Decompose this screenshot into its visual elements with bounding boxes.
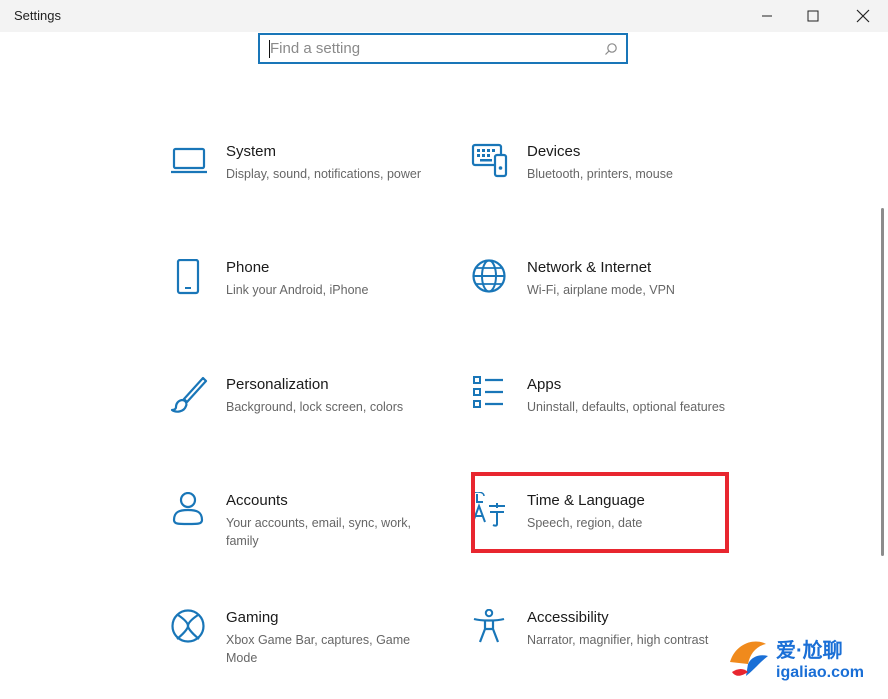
tile-title: Network & Internet: [527, 259, 652, 276]
maximize-icon: [807, 10, 819, 22]
globe-icon: [472, 259, 506, 293]
search-box[interactable]: [258, 33, 628, 64]
tile-network[interactable]: Network & Internet Wi-Fi, airplane mode,…: [471, 259, 751, 349]
tile-description: Narrator, magnifier, high contrast: [527, 633, 709, 647]
window-title: Settings: [14, 8, 61, 23]
tile-description: Wi-Fi, airplane mode, VPN: [527, 283, 675, 297]
xbox-icon: [171, 609, 205, 643]
keyboard-icon: [471, 143, 508, 178]
watermark: 爱·尬聊 igaliao.com: [720, 628, 886, 694]
tile-gaming[interactable]: Gaming Xbox Game Bar, captures, Game Mod…: [170, 609, 450, 699]
tile-system[interactable]: System Display, sound, notifications, po…: [170, 143, 450, 233]
maximize-button[interactable]: [790, 0, 836, 32]
tile-phone[interactable]: Phone Link your Android, iPhone: [170, 259, 450, 349]
highlight-box: [471, 472, 729, 553]
tile-description: Display, sound, notifications, power: [226, 167, 422, 181]
watermark-text: 爱·尬聊: [776, 640, 843, 662]
close-icon: [856, 9, 870, 23]
brush-icon: [170, 376, 208, 413]
minimize-button[interactable]: [744, 0, 790, 32]
tile-accounts[interactable]: Accounts Your accounts, email, sync, wor…: [170, 492, 450, 582]
tile-description: Link your Android, iPhone: [226, 283, 369, 297]
tile-title: System: [226, 143, 277, 160]
tile-title: Apps: [527, 376, 562, 393]
tile-title: Devices: [527, 143, 581, 160]
search-input[interactable]: [270, 35, 590, 62]
tile-apps[interactable]: Apps Uninstall, defaults, optional featu…: [471, 376, 751, 466]
watermark-url: igaliao.com: [776, 664, 865, 681]
accessibility-icon: [473, 609, 505, 643]
search-icon[interactable]: [604, 42, 618, 56]
laptop-icon: [171, 147, 207, 174]
scrollbar[interactable]: [881, 208, 884, 556]
tile-accessibility[interactable]: Accessibility Narrator, magnifier, high …: [471, 609, 751, 699]
tile-personalization[interactable]: Personalization Background, lock screen,…: [170, 376, 450, 466]
minimize-icon: [762, 15, 772, 17]
apps-list-icon: [473, 376, 503, 408]
tile-title: Gaming: [226, 609, 279, 626]
tile-title: Accessibility: [527, 609, 609, 626]
person-icon: [172, 492, 204, 526]
tile-description: Xbox Game Bar, captures, Game Mode: [226, 633, 411, 665]
tile-title: Accounts: [226, 492, 288, 509]
tile-description: Background, lock screen, colors: [226, 400, 404, 414]
tile-description: Uninstall, defaults, optional features: [527, 400, 726, 414]
tile-title: Personalization: [226, 376, 329, 393]
tile-description: Your accounts, email, sync, work, family: [226, 516, 412, 548]
tile-title: Phone: [226, 259, 270, 276]
phone-icon: [176, 259, 200, 295]
tile-devices[interactable]: Devices Bluetooth, printers, mouse: [471, 143, 751, 233]
tile-description: Bluetooth, printers, mouse: [527, 167, 673, 181]
close-button[interactable]: [840, 0, 886, 32]
title-bar: Settings: [0, 0, 888, 32]
watermark-logo-icon: [730, 641, 768, 676]
